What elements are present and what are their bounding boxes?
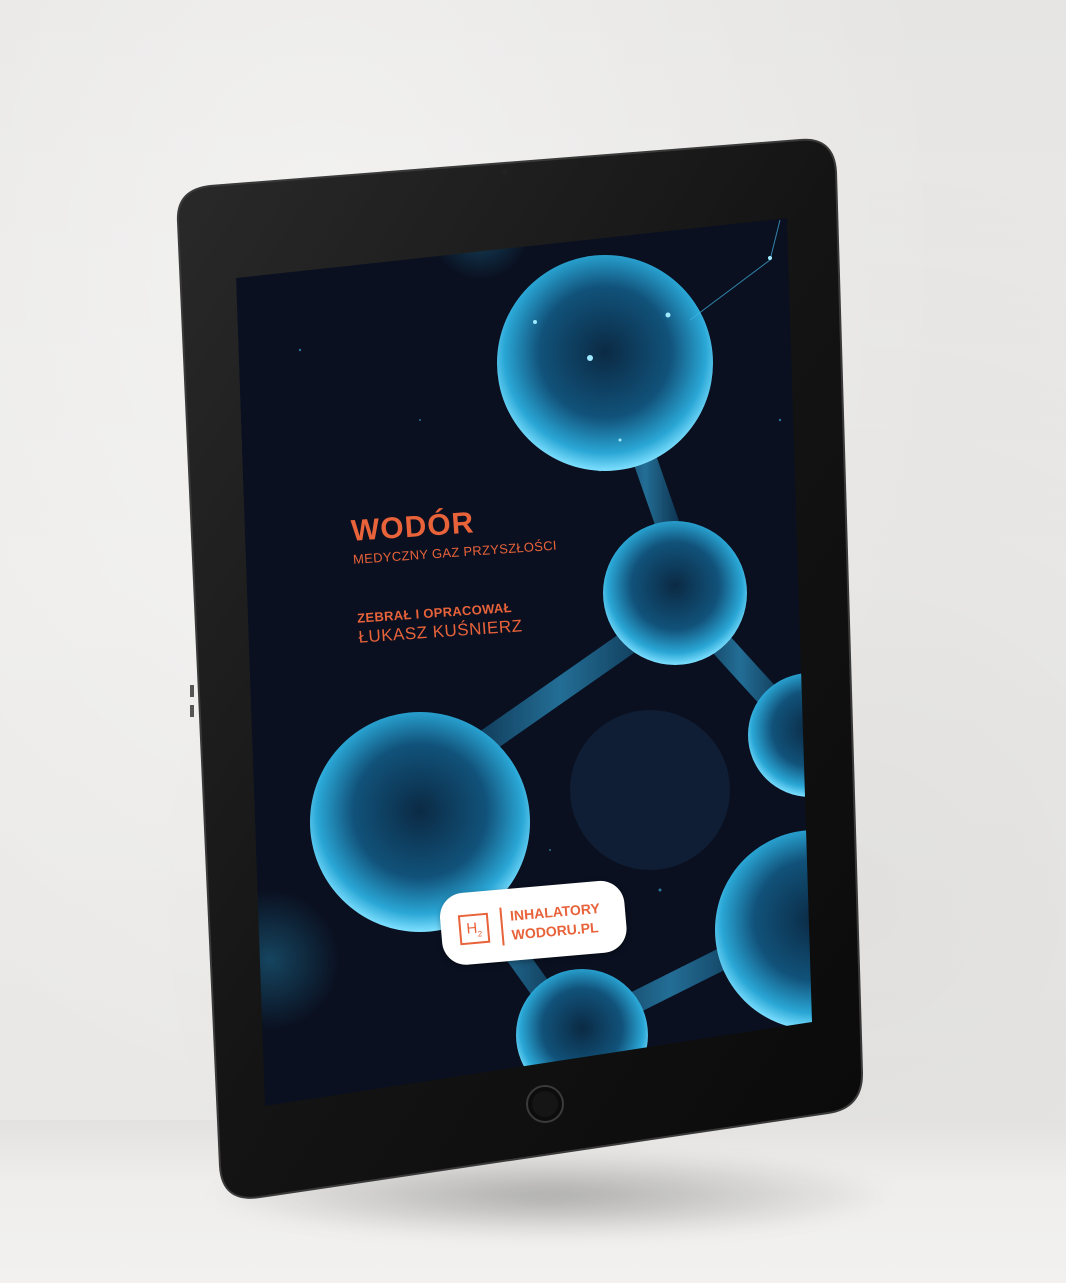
logo-wordmark: INHALATORY WODORU.PL	[509, 899, 602, 945]
logo-divider	[499, 907, 505, 946]
h2-icon: H2	[457, 912, 491, 946]
tablet-graphic	[176, 138, 864, 1199]
photo-scene: WODÓR MEDYCZNY GAZ PRZYSZŁOŚCI ZEBRAŁ I …	[0, 0, 1066, 1283]
logo-symbol-sub: 2	[477, 929, 483, 939]
tablet-device	[0, 0, 1066, 1283]
logo-symbol: H	[465, 919, 478, 938]
